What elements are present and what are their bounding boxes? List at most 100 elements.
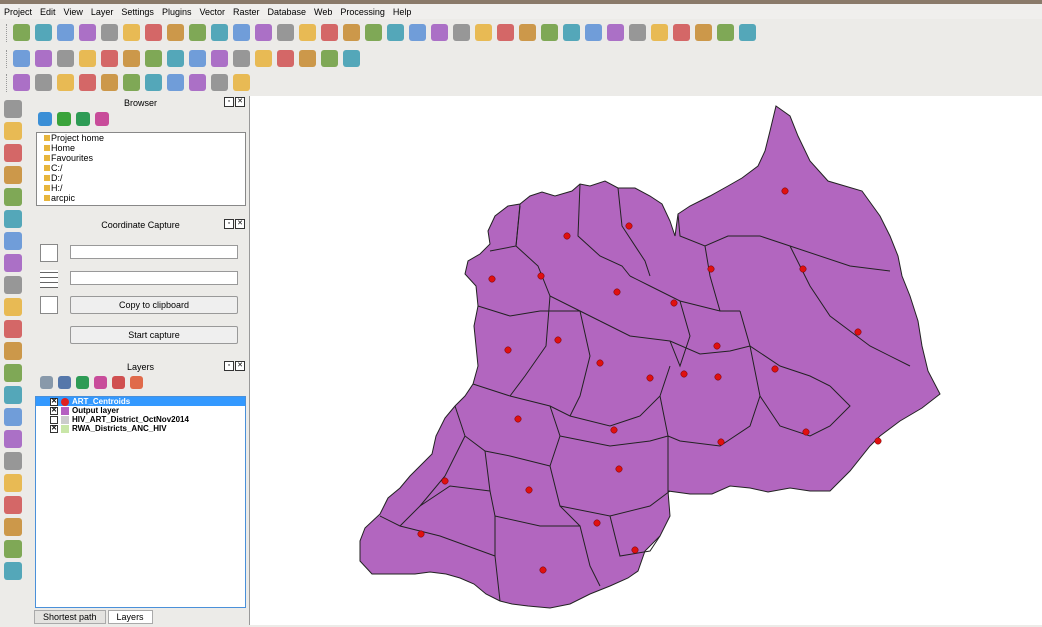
toolbar-grip[interactable] (6, 23, 9, 42)
edit-tool-icon[interactable] (123, 50, 140, 67)
map-nav-tool-icon[interactable] (497, 24, 514, 41)
add-layer-tool-icon[interactable] (4, 496, 22, 514)
float-icon[interactable]: ▫ (224, 219, 234, 229)
add-layer-tool-icon[interactable] (4, 386, 22, 404)
browser-item[interactable]: Home (37, 143, 245, 153)
map-nav-tool-icon[interactable] (409, 24, 426, 41)
collapse-all-icon[interactable] (95, 112, 109, 126)
coordinate-field-2[interactable] (70, 271, 238, 285)
map-svg[interactable] (250, 96, 1042, 625)
map-nav-tool-icon[interactable] (387, 24, 404, 41)
add-layer-tool-icon[interactable] (4, 562, 22, 580)
edit-tool-icon[interactable] (145, 50, 162, 67)
browser-item[interactable]: arcpic (37, 193, 245, 203)
map-nav-tool-icon[interactable] (431, 24, 448, 41)
map-nav-tool-icon[interactable] (739, 24, 756, 41)
mouse-tracking-icon[interactable] (40, 296, 58, 314)
add-selected-icon[interactable] (57, 112, 71, 126)
map-nav-tool-icon[interactable] (145, 24, 162, 41)
menu-help[interactable]: Help (393, 7, 412, 17)
map-nav-tool-icon[interactable] (563, 24, 580, 41)
layer-visibility-checkbox[interactable]: ✕ (50, 424, 58, 433)
edit-tool-icon[interactable] (189, 50, 206, 67)
map-nav-tool-icon[interactable] (321, 24, 338, 41)
start-capture-button[interactable]: Start capture (70, 326, 238, 344)
map-nav-tool-icon[interactable] (35, 24, 52, 41)
menu-project[interactable]: Project (4, 7, 32, 17)
vector-tool-icon[interactable] (101, 74, 118, 91)
edit-tool-icon[interactable] (299, 50, 316, 67)
menu-edit[interactable]: Edit (40, 7, 56, 17)
float-icon[interactable]: ▫ (224, 97, 234, 107)
menu-vector[interactable]: Vector (199, 7, 225, 17)
map-nav-tool-icon[interactable] (101, 24, 118, 41)
add-layer-tool-icon[interactable] (4, 364, 22, 382)
layer-row[interactable]: ✕ ART_Centroids (36, 397, 245, 406)
menu-processing[interactable]: Processing (340, 7, 385, 17)
browser-tree[interactable]: Project home Home Favourites C:/D:/H:/arcpi… (36, 132, 246, 206)
add-layer-tool-icon[interactable] (4, 430, 22, 448)
edit-tool-icon[interactable] (35, 50, 52, 67)
browser-item[interactable]: H:/ (37, 183, 245, 193)
map-nav-tool-icon[interactable] (57, 24, 74, 41)
browser-item[interactable]: D:/ (37, 173, 245, 183)
crs-select-icon[interactable] (40, 244, 58, 262)
map-nav-tool-icon[interactable] (651, 24, 668, 41)
map-nav-tool-icon[interactable] (167, 24, 184, 41)
map-nav-tool-icon[interactable] (629, 24, 646, 41)
add-layer-tool-icon[interactable] (4, 210, 22, 228)
filter-legend-icon[interactable] (76, 376, 89, 389)
browser-item[interactable]: C:/ (37, 163, 245, 173)
layer-row[interactable]: ✕ RWA_Districts_ANC_HIV (36, 424, 245, 433)
add-layer-tool-icon[interactable] (4, 452, 22, 470)
map-nav-tool-icon[interactable] (475, 24, 492, 41)
map-nav-tool-icon[interactable] (79, 24, 96, 41)
tab-shortest-path[interactable]: Shortest path (34, 610, 106, 624)
layer-visibility-checkbox[interactable]: ✕ (50, 397, 58, 406)
close-icon[interactable]: ✕ (235, 97, 245, 107)
menu-raster[interactable]: Raster (233, 7, 260, 17)
map-nav-tool-icon[interactable] (233, 24, 250, 41)
vector-tool-icon[interactable] (123, 74, 140, 91)
add-layer-tool-icon[interactable] (4, 100, 22, 118)
edit-tool-icon[interactable] (167, 50, 184, 67)
map-canvas[interactable] (249, 96, 1042, 625)
edit-tool-icon[interactable] (343, 50, 360, 67)
menu-layer[interactable]: Layer (91, 7, 114, 17)
map-nav-tool-icon[interactable] (299, 24, 316, 41)
close-icon[interactable]: ✕ (235, 361, 245, 371)
collapse-all-icon[interactable] (112, 376, 125, 389)
vector-tool-icon[interactable] (57, 74, 74, 91)
edit-tool-icon[interactable] (233, 50, 250, 67)
coordinate-field-1[interactable] (70, 245, 238, 259)
add-layer-tool-icon[interactable] (4, 408, 22, 426)
remove-layer-icon[interactable] (130, 376, 143, 389)
map-nav-tool-icon[interactable] (365, 24, 382, 41)
map-nav-tool-icon[interactable] (13, 24, 30, 41)
menu-web[interactable]: Web (314, 7, 332, 17)
float-icon[interactable]: ▫ (224, 361, 234, 371)
map-nav-tool-icon[interactable] (607, 24, 624, 41)
copy-to-clipboard-button[interactable]: Copy to clipboard (70, 296, 238, 314)
add-layer-tool-icon[interactable] (4, 518, 22, 536)
manage-map-themes-icon[interactable] (58, 376, 71, 389)
add-layer-tool-icon[interactable] (4, 254, 22, 272)
menu-settings[interactable]: Settings (121, 7, 154, 17)
map-nav-tool-icon[interactable] (673, 24, 690, 41)
add-layer-tool-icon[interactable] (4, 298, 22, 316)
map-nav-tool-icon[interactable] (717, 24, 734, 41)
toolbar-grip[interactable] (6, 73, 9, 92)
edit-tool-icon[interactable] (79, 50, 96, 67)
vector-tool-icon[interactable] (211, 74, 228, 91)
vector-tool-icon[interactable] (79, 74, 96, 91)
vector-tool-icon[interactable] (189, 74, 206, 91)
filter-icon[interactable] (76, 112, 90, 126)
add-layer-tool-icon[interactable] (4, 474, 22, 492)
expand-all-icon[interactable] (94, 376, 107, 389)
browser-item[interactable]: Project home (37, 133, 245, 143)
tab-layers[interactable]: Layers (107, 610, 153, 624)
menu-database[interactable]: Database (268, 7, 307, 17)
layer-row[interactable]: ✕ Output layer (36, 406, 245, 415)
map-nav-tool-icon[interactable] (695, 24, 712, 41)
add-layer-tool-icon[interactable] (4, 540, 22, 558)
